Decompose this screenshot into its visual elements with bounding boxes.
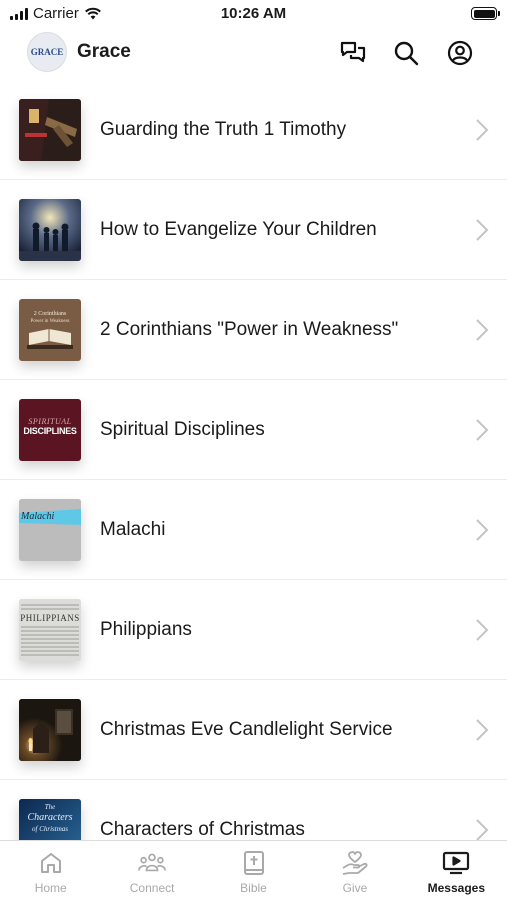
chevron-right-icon: [476, 319, 489, 341]
chevron-right-icon: [476, 819, 489, 841]
sermon-thumbnail: PHILIPPIANS: [19, 599, 81, 661]
profile-button[interactable]: [445, 38, 475, 68]
list-item[interactable]: How to Evangelize Your Children: [0, 180, 507, 280]
tab-label: Bible: [240, 881, 267, 895]
thumb-text: DISCIPLINES: [23, 426, 77, 436]
search-icon: [394, 41, 419, 66]
message-title: Christmas Eve Candlelight Service: [100, 719, 393, 740]
search-button[interactable]: [391, 38, 421, 68]
sermon-thumbnail: [19, 99, 81, 161]
message-title: How to Evangelize Your Children: [100, 219, 377, 240]
page-title: Grace: [77, 41, 131, 62]
chevron-right-icon: [476, 419, 489, 441]
message-title: Characters of Christmas: [100, 819, 305, 840]
sermon-thumbnail: 2 Corinthians Power in Weakness: [19, 299, 81, 361]
sermon-thumbnail: Malachi: [19, 499, 81, 561]
list-item[interactable]: 2 Corinthians Power in Weakness 2 Corint…: [0, 280, 507, 380]
battery-icon: [471, 7, 500, 20]
message-title: Philippians: [100, 619, 192, 640]
tab-label: Home: [34, 881, 67, 895]
messages-list[interactable]: Guarding the Truth 1 Timothy How to Evan…: [0, 80, 507, 841]
list-item[interactable]: PHILIPPIANS Philippians: [0, 580, 507, 680]
tab-messages[interactable]: Messages: [406, 841, 507, 900]
list-item[interactable]: Guarding the Truth 1 Timothy: [0, 80, 507, 180]
chevron-right-icon: [476, 219, 489, 241]
tab-label: Connect: [129, 881, 175, 895]
thumb-text: Characters: [27, 812, 73, 823]
chevron-right-icon: [476, 519, 489, 541]
give-icon: [341, 850, 369, 876]
tab-label: Give: [342, 881, 368, 895]
thumb-text: of Christmas: [32, 825, 68, 833]
message-title: 2 Corinthians "Power in Weakness": [100, 319, 399, 340]
church-logo-avatar[interactable]: GRACE: [27, 32, 67, 72]
sermon-thumbnail: [19, 199, 81, 261]
chat-icon: [340, 41, 366, 63]
list-item[interactable]: The Characters of Christmas Characters o…: [0, 780, 507, 841]
tab-give[interactable]: Give: [304, 841, 405, 900]
message-title: Guarding the Truth 1 Timothy: [100, 119, 347, 140]
user-circle-icon: [447, 40, 473, 66]
sermon-thumbnail: [19, 699, 81, 761]
clock: 10:26 AM: [220, 5, 287, 22]
message-title: Malachi: [100, 519, 166, 540]
tab-bible[interactable]: Bible: [203, 841, 304, 900]
people-icon: [138, 850, 167, 876]
thumb-text: PHILIPPIANS: [20, 613, 80, 623]
tab-connect[interactable]: Connect: [101, 841, 202, 900]
list-item[interactable]: Malachi Malachi: [0, 480, 507, 580]
message-title: Spiritual Disciplines: [100, 419, 265, 440]
thumb-text: The: [44, 803, 56, 811]
tab-bar: Home Connect Bible Give Messages: [0, 840, 507, 900]
avatar-logo-text: GRACE: [30, 47, 64, 57]
bible-icon: [240, 850, 268, 876]
chat-button[interactable]: [338, 38, 368, 68]
chevron-right-icon: [476, 719, 489, 741]
list-item[interactable]: SPIRITUAL DISCIPLINES Spiritual Discipli…: [0, 380, 507, 480]
app-header: GRACE Grace: [0, 30, 507, 82]
thumb-text: Malachi: [21, 511, 55, 522]
home-icon: [37, 850, 65, 876]
status-bar: Carrier 10:26 AM: [0, 0, 507, 28]
play-screen-icon: [442, 850, 470, 876]
chevron-right-icon: [476, 119, 489, 141]
list-item[interactable]: Christmas Eve Candlelight Service: [0, 680, 507, 780]
chevron-right-icon: [476, 619, 489, 641]
sermon-thumbnail: SPIRITUAL DISCIPLINES: [19, 399, 81, 461]
thumb-text: SPIRITUAL: [28, 417, 72, 426]
tab-label: Messages: [427, 881, 486, 895]
tab-home[interactable]: Home: [0, 841, 101, 900]
sermon-thumbnail: The Characters of Christmas: [19, 799, 81, 841]
